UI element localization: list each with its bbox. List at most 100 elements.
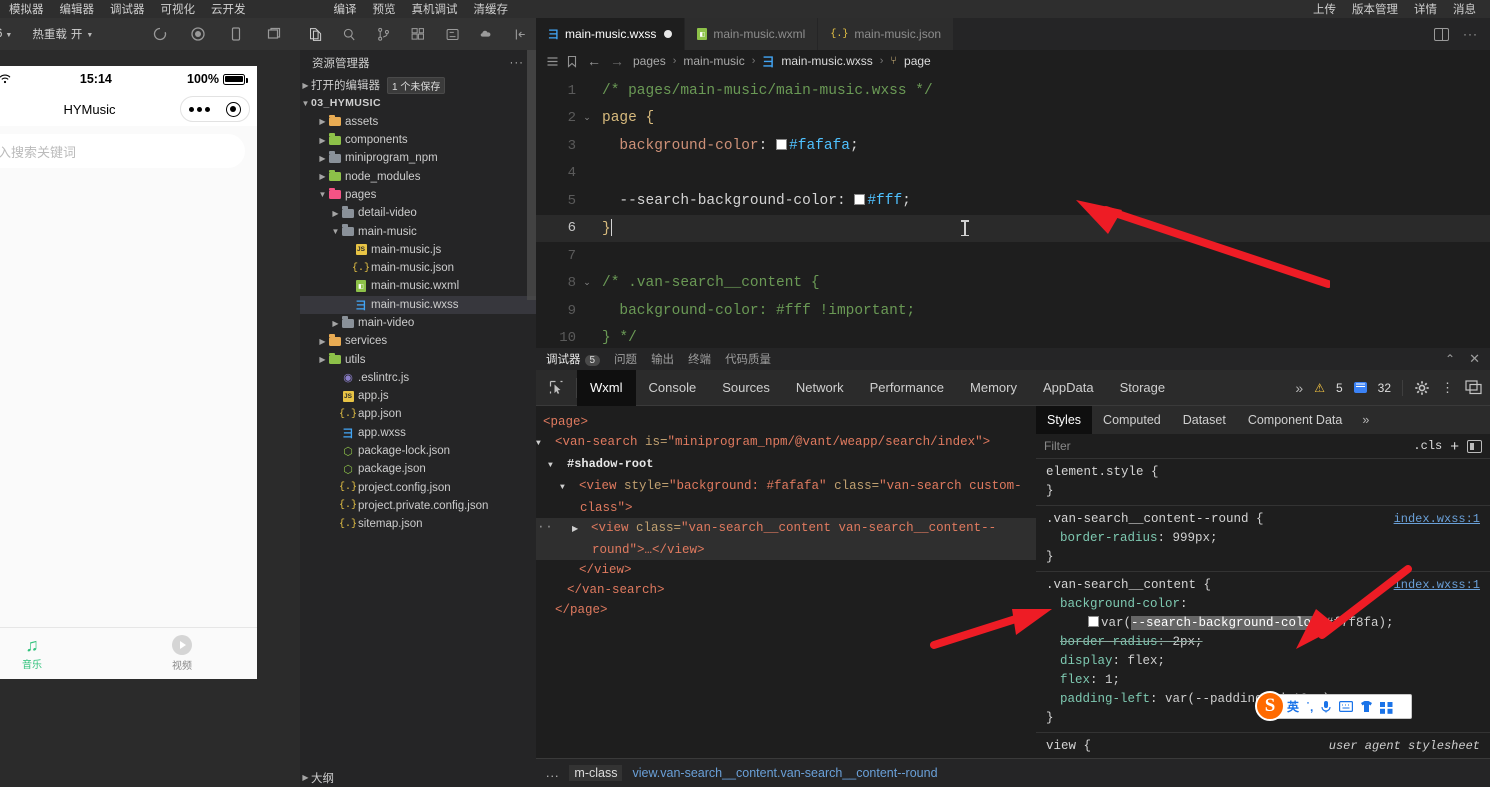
chevron-right-icon[interactable]: ▶ <box>317 337 328 346</box>
status-more-icon[interactable]: ... <box>540 766 559 780</box>
devtools-tab-memory[interactable]: Memory <box>957 370 1030 406</box>
styles-overflow-icon[interactable]: » <box>1353 413 1378 427</box>
record-icon[interactable] <box>190 26 206 42</box>
code-line[interactable]: 7 <box>536 242 1490 270</box>
inspect-element-icon[interactable] <box>536 379 576 396</box>
forward-arrow-icon[interactable]: → <box>610 53 624 69</box>
chevron-right-icon[interactable]: ▶ <box>330 319 341 328</box>
panel-tab-problems[interactable]: 问题 <box>614 351 637 367</box>
code-line[interactable]: 1 /* pages/main-music/main-music.wxss */ <box>536 77 1490 105</box>
code-line[interactable]: 8 ⌄ /* .van-search__content { <box>536 270 1490 298</box>
menu-editor[interactable]: 编辑器 <box>52 1 103 17</box>
file-tree-item[interactable]: ▶ main-video <box>300 314 536 332</box>
file-tree-item[interactable]: ⬡ package-lock.json <box>300 442 536 460</box>
fold-indicator[interactable]: ⌄ <box>580 113 594 123</box>
dom-node[interactable]: ▼ <view style="background: #fafafa" class… <box>536 476 1036 518</box>
dom-node[interactable]: ▼ #shadow-root <box>536 454 1036 476</box>
menu-messages[interactable]: 消息 <box>1445 1 1490 17</box>
menu-visualizer[interactable]: 可视化 <box>153 1 204 17</box>
style-declaration[interactable]: background-color: var(--search-background… <box>1046 595 1480 633</box>
dom-node[interactable]: </van-search> <box>536 580 1036 600</box>
file-tree-item[interactable]: ▼ pages <box>300 186 536 204</box>
code-editor[interactable]: 1 /* pages/main-music/main-music.wxss */… <box>536 72 1490 348</box>
file-tree-item[interactable]: ⬡ package.json <box>300 460 536 478</box>
style-declaration[interactable]: flex: 1; <box>1046 671 1480 690</box>
file-tree-item[interactable]: {.} main-music.json <box>300 259 536 277</box>
phone-search-field[interactable]: 输入搜索关键词 <box>0 134 245 168</box>
style-declaration[interactable]: border-radius: 2px; <box>1046 633 1480 652</box>
open-editors-row[interactable]: ▶ 打开的编辑器 1 个未保存 <box>300 76 536 94</box>
file-tree-item[interactable]: 彐 main-music.wxss <box>300 295 536 314</box>
file-tree-item[interactable]: JS main-music.js <box>300 241 536 259</box>
code-line[interactable]: 2 ⌄ page { <box>536 105 1490 133</box>
extensions-icon[interactable] <box>410 26 425 43</box>
file-tree-item[interactable]: ▶ assets <box>300 113 536 131</box>
chevron-right-icon[interactable]: ▶ <box>317 154 328 163</box>
devtools-tab-appdata[interactable]: AppData <box>1030 370 1107 406</box>
file-tree-item[interactable]: {.} sitemap.json <box>300 515 536 533</box>
styles-tab-component-data[interactable]: Component Data <box>1237 406 1354 434</box>
devtools-overflow-icon[interactable]: » <box>1295 380 1303 396</box>
new-style-rule-button[interactable]: + <box>1450 438 1459 455</box>
collapse-icon[interactable] <box>513 26 528 43</box>
sougou-ime-toolbar[interactable]: S 英 ˙, <box>1255 691 1412 721</box>
devtools-tab-storage[interactable]: Storage <box>1107 370 1179 406</box>
source-control-icon[interactable] <box>376 26 391 43</box>
file-tree-item[interactable]: 彐 app.wxss <box>300 424 536 442</box>
style-source-link[interactable]: index.wxss:1 <box>1394 510 1480 529</box>
panel-tab-output[interactable]: 输出 <box>651 351 674 367</box>
menu-debugger[interactable]: 调试器 <box>102 1 153 17</box>
collapse-panel-icon[interactable]: ⌃ <box>1445 352 1455 366</box>
bookmark-icon[interactable] <box>566 55 578 68</box>
devtools-tab-network[interactable]: Network <box>783 370 857 406</box>
menu-preview[interactable]: 预览 <box>365 1 404 17</box>
file-tree-item[interactable]: ◉ .eslintrc.js <box>300 369 536 387</box>
styles-sidebar-toggle-icon[interactable] <box>1467 439 1482 453</box>
phone-preview[interactable]: Chat 15:14 100% HYMusic 输入搜索关键词 <box>0 66 257 638</box>
outline-section[interactable]: ▶ 大纲 <box>300 768 536 787</box>
menu-clear-cache[interactable]: 清缓存 <box>466 1 517 17</box>
file-tree-item[interactable]: {.} project.private.config.json <box>300 497 536 515</box>
chevron-down-icon[interactable]: ▼ <box>330 227 341 236</box>
toggle-class-button[interactable]: .cls <box>1413 439 1442 453</box>
color-swatch[interactable] <box>854 193 866 205</box>
style-declaration[interactable]: border-radius: 999px; <box>1046 529 1480 548</box>
dom-node[interactable]: ▼ <van-search is="miniprogram_npm/@vant/w… <box>536 432 1036 454</box>
dom-node[interactable]: ···▶<view class="van-search__content van… <box>536 518 1036 560</box>
split-editor-icon[interactable] <box>1434 27 1449 41</box>
keyboard-icon[interactable] <box>1339 701 1354 712</box>
file-tree-item[interactable]: ▶ utils <box>300 350 536 368</box>
file-tree-item[interactable]: ▶ detail-video <box>300 204 536 222</box>
menu-compile[interactable]: 编译 <box>326 1 365 17</box>
code-line[interactable]: 10 } */ <box>536 325 1490 349</box>
color-swatch[interactable] <box>1088 616 1099 627</box>
file-tree-item[interactable]: ▶ node_modules <box>300 167 536 185</box>
breadcrumb-pages[interactable]: pages <box>633 54 666 68</box>
dom-node[interactable]: </page> <box>536 600 1036 620</box>
debug-icon[interactable] <box>445 26 460 43</box>
chevron-right-icon[interactable]: ▶ <box>317 117 328 126</box>
disclosure-triangle-icon[interactable]: ▼ <box>548 456 567 476</box>
breadcrumb-file[interactable]: main-music.wxss <box>781 54 872 68</box>
menu-upload[interactable]: 上传 <box>1305 1 1344 17</box>
device-selector[interactable]: 6 ▼ <box>0 28 12 40</box>
editor-tab-json[interactable]: {.} main-music.json <box>818 18 955 50</box>
style-selector[interactable]: element.style { <box>1046 463 1480 482</box>
wxml-dom-tree[interactable]: <page> ▼ <van-search is="miniprogram_npm/@… <box>536 406 1036 758</box>
devtools-tab-sources[interactable]: Sources <box>709 370 783 406</box>
files-icon[interactable] <box>308 26 323 43</box>
back-arrow-icon[interactable]: ← <box>587 53 601 69</box>
dom-node[interactable]: </view> <box>536 560 1036 580</box>
styles-tab-computed[interactable]: Computed <box>1092 406 1172 434</box>
status-m-class[interactable]: m-class <box>569 765 623 781</box>
wechat-capsule-button[interactable] <box>180 96 250 122</box>
chevron-down-icon[interactable]: ▼ <box>317 190 328 199</box>
code-line[interactable]: 6 } <box>536 214 1490 242</box>
cloud-icon[interactable] <box>479 26 494 43</box>
panel-tab-debugger[interactable]: 调试器 5 <box>546 351 601 367</box>
devtools-tab-console[interactable]: Console <box>636 370 710 406</box>
code-line[interactable]: 4 <box>536 160 1490 188</box>
close-panel-icon[interactable]: ✕ <box>1469 351 1480 367</box>
style-declaration[interactable]: display: flex; <box>1046 652 1480 671</box>
panel-tab-code-quality[interactable]: 代码质量 <box>725 351 771 367</box>
